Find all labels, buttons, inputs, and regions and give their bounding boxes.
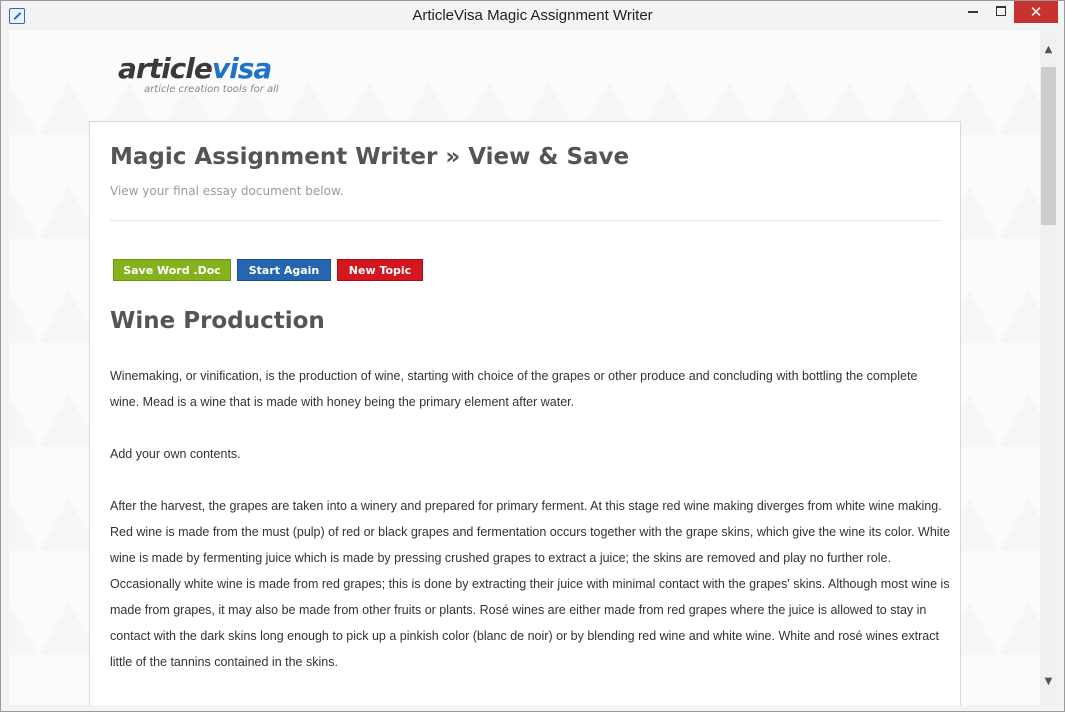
app-window: ArticleVisa Magic Assignment Writer ✕ ar… — [0, 0, 1065, 712]
logo-wordmark: articlevisa — [118, 52, 272, 85]
page-title: Magic Assignment Writer » View & Save — [110, 144, 630, 170]
logo-part-visa: visa — [211, 52, 272, 85]
scroll-down-arrow-icon[interactable]: ▼ — [1040, 673, 1057, 690]
vertical-scrollbar[interactable]: ▲ ▼ — [1040, 31, 1057, 705]
articlevisa-logo[interactable]: articlevisa article creation tools for a… — [118, 52, 279, 96]
essay-title: Wine Production — [110, 308, 325, 334]
essay-paragraph: Winemaking, or vinification, is the prod… — [110, 369, 918, 409]
save-word-doc-button[interactable]: Save Word .Doc — [113, 259, 231, 281]
maximize-button[interactable] — [990, 1, 1012, 23]
close-button[interactable]: ✕ — [1014, 1, 1058, 23]
logo-part-article: article — [118, 52, 213, 85]
essay-paragraph: After the harvest, the grapes are taken … — [110, 499, 950, 669]
scroll-up-arrow-icon[interactable]: ▲ — [1040, 41, 1057, 58]
title-bar[interactable]: ArticleVisa Magic Assignment Writer ✕ — [1, 1, 1064, 31]
minimize-button[interactable] — [956, 1, 990, 23]
content-viewport: articlevisa article creation tools for a… — [9, 31, 1040, 705]
content-panel: Magic Assignment Writer » View & Save Vi… — [89, 121, 961, 705]
new-topic-button[interactable]: New Topic — [337, 259, 423, 281]
minimize-icon — [968, 10, 978, 13]
maximize-icon — [996, 5, 1006, 16]
divider — [110, 220, 940, 221]
scrollbar-thumb[interactable] — [1041, 67, 1056, 225]
page-subtitle: View your final essay document below. — [110, 184, 344, 198]
essay-paragraph: Add your own contents. — [110, 447, 241, 461]
start-again-button[interactable]: Start Again — [237, 259, 331, 281]
logo-tagline: article creation tools for all — [144, 84, 279, 95]
window-title: ArticleVisa Magic Assignment Writer — [412, 7, 653, 24]
